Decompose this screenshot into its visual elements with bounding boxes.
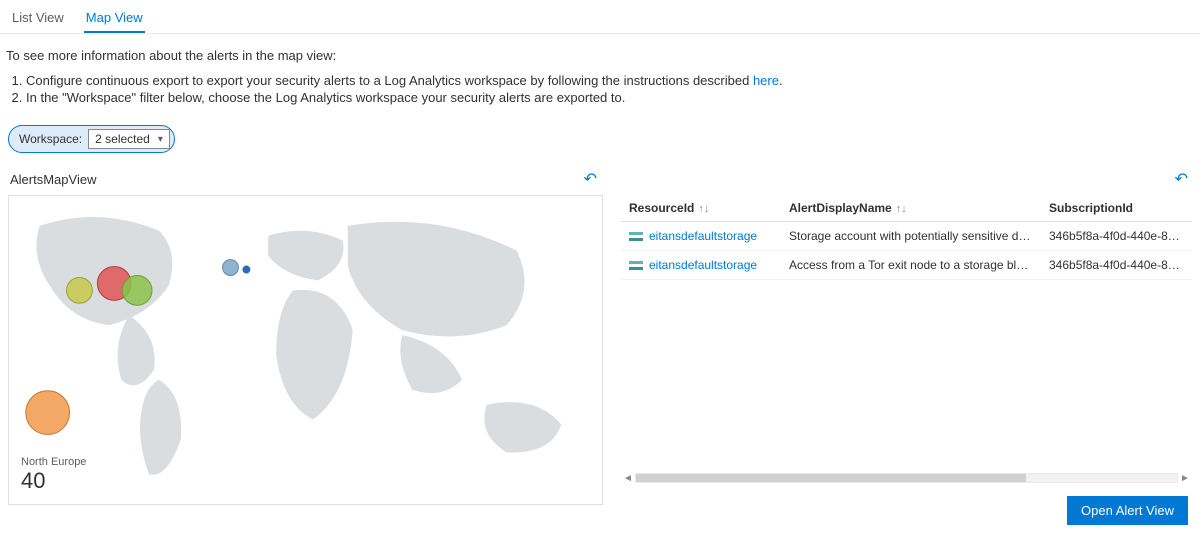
col-alertdisplayname[interactable]: AlertDisplayName↑↓ [781, 195, 1041, 222]
alert-name-cell: Access from a Tor exit node to a storage… [781, 251, 1041, 280]
intro-lead: To see more information about the alerts… [6, 48, 1194, 63]
scroll-left-icon[interactable]: ◄ [621, 473, 635, 484]
resource-link[interactable]: eitansdefaultstorage [649, 229, 757, 243]
workspace-filter-value: 2 selected [95, 132, 150, 146]
horizontal-scrollbar[interactable]: ◄ ► [621, 470, 1192, 486]
open-alert-view-button[interactable]: Open Alert View [1067, 496, 1188, 525]
scroll-track[interactable] [635, 473, 1178, 483]
workspace-filter-label: Workspace: [19, 132, 82, 146]
map-panel: AlertsMapView ↶ [8, 169, 603, 505]
map-bubble[interactable] [26, 391, 70, 435]
map-bubble[interactable] [242, 266, 250, 274]
instructions-link[interactable]: here [753, 73, 779, 88]
map-bubble[interactable] [122, 275, 152, 305]
intro-block: To see more information about the alerts… [0, 34, 1200, 111]
action-row: Open Alert View [621, 486, 1192, 525]
tab-list-view[interactable]: List View [10, 6, 66, 33]
alerts-table: ResourceId↑↓ AlertDisplayName↑↓ Subscrip… [621, 195, 1192, 280]
world-map[interactable]: North Europe 40 [8, 195, 603, 505]
scroll-right-icon[interactable]: ► [1178, 473, 1192, 484]
storage-icon [629, 260, 643, 272]
map-region-label: North Europe [21, 456, 86, 468]
map-caption: North Europe 40 [21, 456, 86, 494]
alerts-panel: ↶ ResourceId↑↓ AlertDisplayName↑↓ Subscr… [621, 169, 1192, 525]
map-title-row: AlertsMapView ↶ [8, 169, 603, 195]
map-region-count: 40 [21, 468, 86, 494]
undo-icon[interactable]: ↶ [1175, 169, 1188, 189]
col-subscriptionid[interactable]: SubscriptionId [1041, 195, 1192, 222]
chevron-down-icon: ▾ [158, 134, 163, 145]
intro-step-1: Configure continuous export to export yo… [26, 73, 1194, 88]
col-resourceid[interactable]: ResourceId↑↓ [621, 195, 781, 222]
workspace-filter-select[interactable]: 2 selected ▾ [88, 129, 170, 149]
filters-row: Workspace: 2 selected ▾ [0, 111, 1200, 161]
intro-step1-post: . [779, 73, 783, 88]
workspace-filter-chip: Workspace: 2 selected ▾ [8, 125, 175, 153]
alert-name-cell: Storage account with potentially sensiti… [781, 222, 1041, 251]
sort-icon: ↑↓ [698, 203, 709, 215]
world-map-svg [9, 196, 602, 504]
sort-icon: ↑↓ [896, 203, 907, 215]
intro-step1-pre: Configure continuous export to export yo… [26, 73, 753, 88]
tab-map-view[interactable]: Map View [84, 6, 145, 33]
subscription-cell: 346b5f8a-4f0d-440e-8a45-0c0b5 [1041, 222, 1192, 251]
storage-icon [629, 231, 643, 243]
subscription-cell: 346b5f8a-4f0d-440e-8a45-0c0b5 [1041, 251, 1192, 280]
table-row[interactable]: eitansdefaultstorage Storage account wit… [621, 222, 1192, 251]
scroll-thumb[interactable] [636, 474, 1026, 482]
map-bubble[interactable] [223, 260, 239, 276]
intro-steps: Configure continuous export to export yo… [26, 73, 1194, 105]
content-row: AlertsMapView ↶ [0, 161, 1200, 537]
resource-link[interactable]: eitansdefaultstorage [649, 258, 757, 272]
map-panel-title: AlertsMapView [10, 172, 96, 187]
table-row[interactable]: eitansdefaultstorage Access from a Tor e… [621, 251, 1192, 280]
alerts-top-row: ↶ [621, 169, 1192, 195]
view-tabs: List View Map View [0, 0, 1200, 34]
undo-icon[interactable]: ↶ [584, 169, 597, 189]
map-bubble[interactable] [67, 277, 93, 303]
intro-step-2: In the "Workspace" filter below, choose … [26, 90, 1194, 105]
